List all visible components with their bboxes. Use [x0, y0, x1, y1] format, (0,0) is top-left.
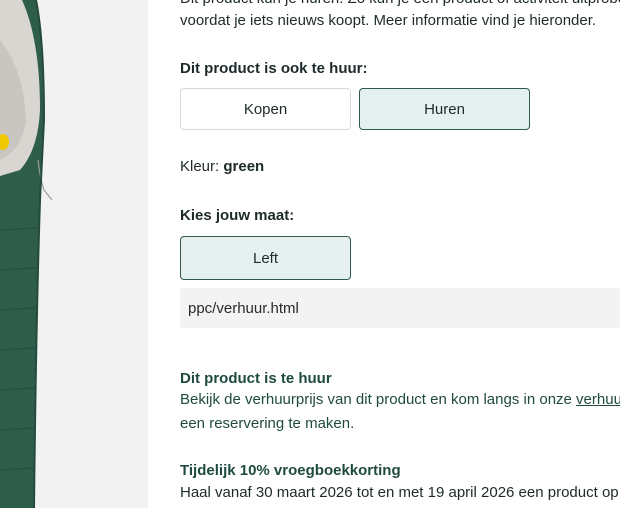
product-options: Dit product kun je huren. Zo kun je een … — [180, 0, 620, 508]
promo-text: Haal vanaf 30 maart 2026 tot en met 19 a… — [180, 484, 620, 501]
size-option-left[interactable]: Left — [180, 236, 351, 280]
rent-info-line-2: een reservering te maken. — [180, 415, 355, 432]
intro-line-2: voordat je iets nieuws koopt. Meer infor… — [180, 12, 597, 29]
intro-line-1: Dit product kun je huren. Zo kun je een … — [180, 0, 620, 10]
buy-option-label: Kopen — [243, 100, 288, 118]
buy-option-button[interactable]: Kopen — [180, 88, 351, 130]
size-option-label: Left — [252, 249, 279, 267]
sleeping-bag-illustration — [0, 0, 53, 508]
product-page: Dit product kun je huren. Zo kun je een … — [0, 0, 620, 508]
rent-option-button[interactable]: Huren — [359, 88, 530, 130]
url-field[interactable]: ppc/verhuur.html — [180, 288, 620, 328]
rental-label: Dit product is ook te huur: — [180, 60, 368, 77]
size-label: Kies jouw maat: — [180, 207, 295, 224]
rent-info-text: Bekijk de verhuurprijs van dit product e… — [180, 388, 620, 436]
color-value: green — [223, 158, 265, 175]
rent-info-text-before-link: Bekijk de verhuurprijs van dit product e… — [180, 391, 577, 408]
product-image — [0, 0, 148, 508]
color-info: Kleur: green — [180, 158, 264, 175]
promo-title: Tijdelijk 10% vroegboekkorting — [180, 462, 401, 479]
color-label: Kleur: — [180, 158, 220, 175]
rental-store-link[interactable]: verhuur — [576, 391, 620, 408]
url-field-value: ppc/verhuur.html — [188, 299, 299, 317]
rental-intro-text: Dit product kun je huren. Zo kun je een … — [180, 0, 620, 32]
rent-info-title: Dit product is te huur — [180, 370, 332, 387]
rent-info-line-1: Bekijk de verhuurprijs van dit product e… — [180, 388, 620, 412]
rent-option-label: Huren — [424, 100, 465, 118]
